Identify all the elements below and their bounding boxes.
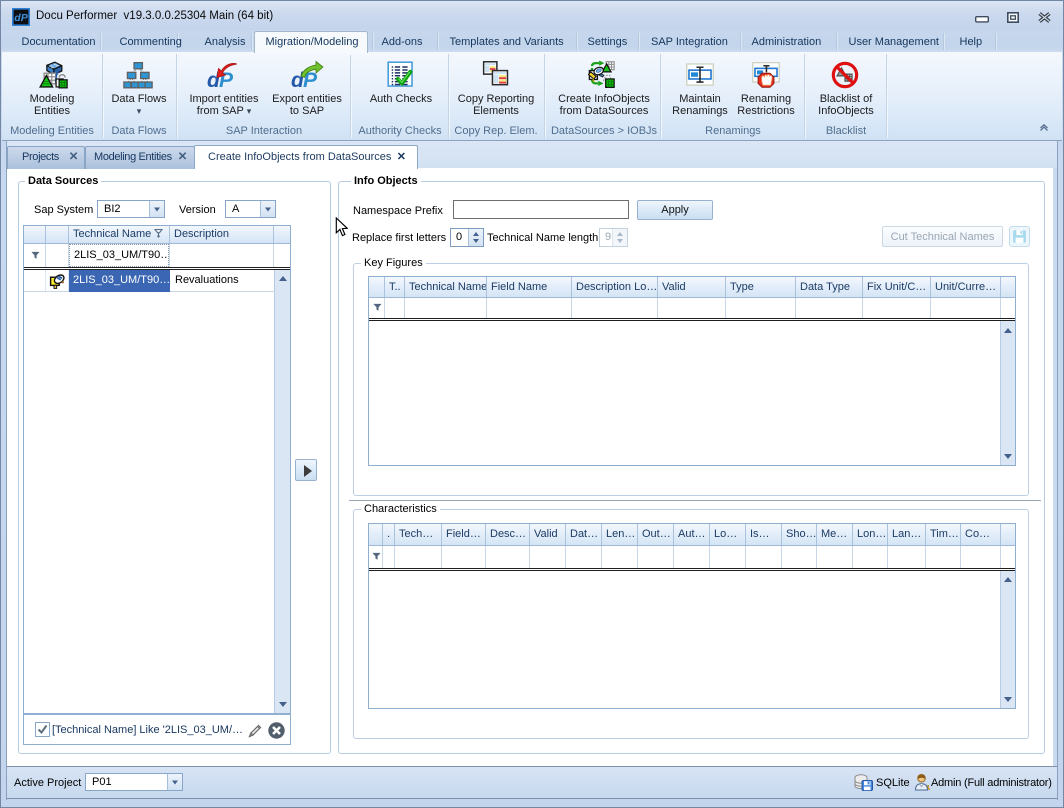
svg-text:dP: dP: [14, 12, 28, 24]
